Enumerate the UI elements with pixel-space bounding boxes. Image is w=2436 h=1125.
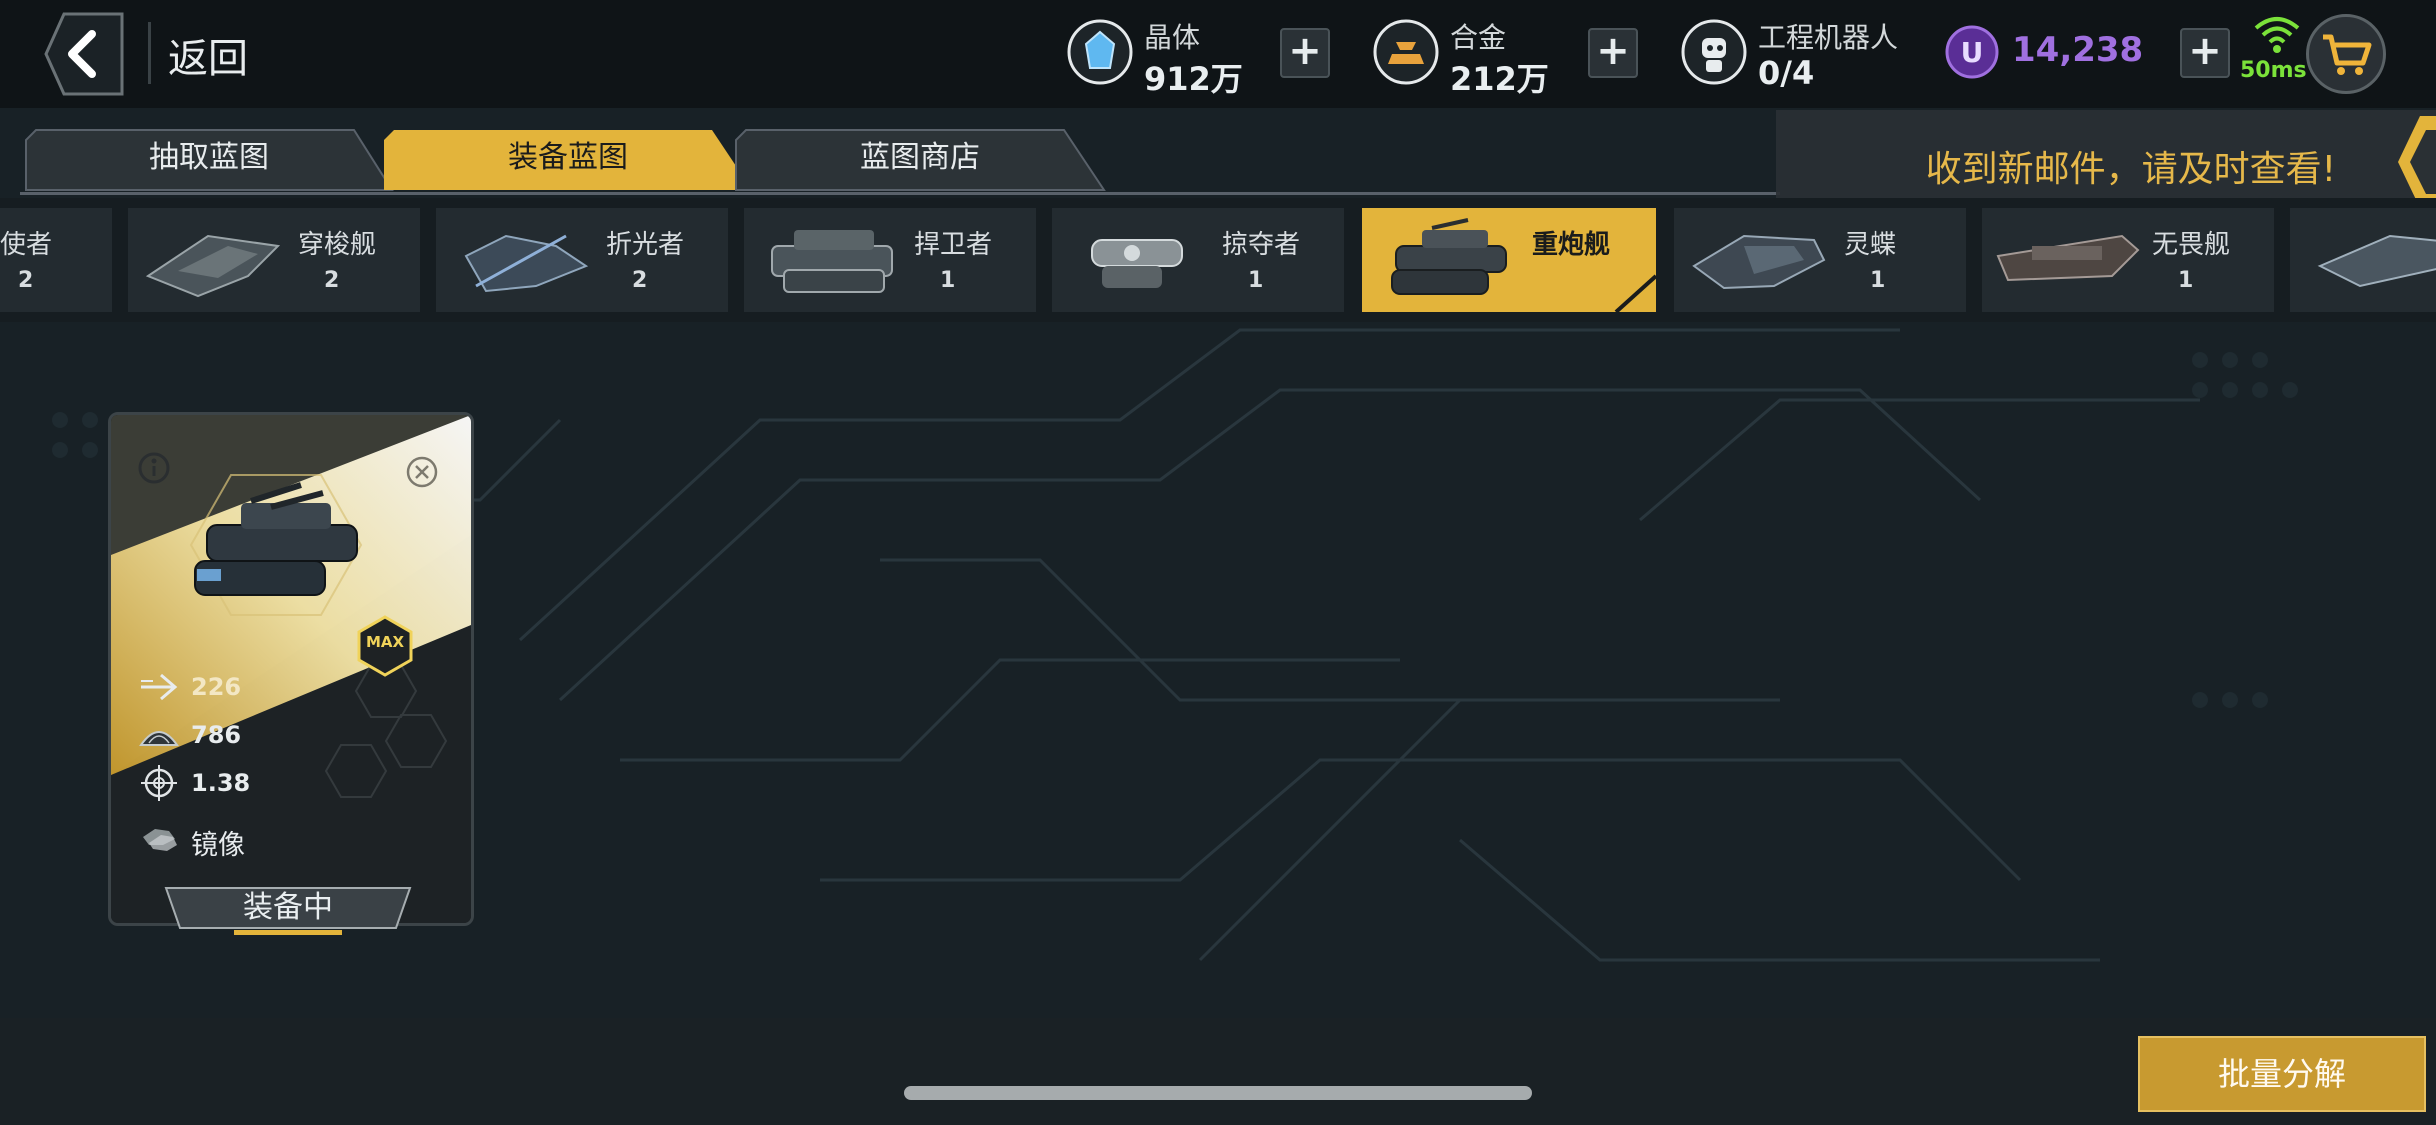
equipped-button[interactable]: 装备中	[158, 886, 418, 936]
ship-tab-shuttle[interactable]: 穿梭舰 2	[128, 208, 420, 312]
top-bar: 返回 晶体 912万 + 合金 212万 + 工程机器人 0/4 U 14,23…	[0, 0, 2436, 108]
ship-name: 折光者	[606, 230, 685, 260]
shuttle-ship-image	[145, 234, 281, 298]
u-currency-icon: U	[1945, 25, 1999, 79]
ship-tab-partial[interactable]	[2290, 208, 2436, 312]
max-badge-label: MAX	[365, 633, 405, 651]
crystal-icon	[1067, 19, 1133, 85]
tab-equip-blueprint[interactable]: 装备蓝图	[382, 128, 754, 190]
header-divider	[148, 22, 151, 84]
stat-value: 786	[191, 721, 242, 749]
equipped-label: 装备中	[243, 890, 333, 925]
ship-name: 无畏舰	[2152, 230, 2231, 260]
ship-count: 2	[324, 268, 340, 293]
back-button[interactable]	[44, 12, 124, 96]
alloy-label: 合金	[1450, 21, 1507, 54]
ship-name: 穿梭舰	[298, 230, 377, 260]
add-alloy-button[interactable]: +	[1588, 28, 1638, 78]
robot-icon	[1681, 19, 1747, 85]
ship-tab-envoy[interactable]: 使者 2	[0, 208, 112, 312]
alloy-icon	[1373, 19, 1439, 85]
wifi-signal-icon	[2254, 17, 2300, 53]
refractor-ship-image	[464, 234, 589, 293]
ship-name: 捍卫者	[914, 230, 993, 260]
alloy-value: 212万	[1450, 60, 1549, 98]
add-crystal-button[interactable]: +	[1280, 28, 1330, 78]
partial-ship-image	[2317, 234, 2436, 288]
mail-notice-text: 收到新邮件，请及时查看!	[1925, 149, 2336, 190]
ping-indicator: 50ms	[2240, 58, 2307, 83]
ship-count: 1	[1248, 268, 1264, 293]
ship-tab-spirit-butterfly[interactable]: 灵蝶 1	[1674, 208, 1966, 312]
ship-tab-marauder[interactable]: 掠夺者 1	[1052, 208, 1344, 312]
stat-value: 镜像	[191, 830, 245, 861]
selected-corner-icon	[1614, 274, 1656, 312]
dreadnought-image	[1996, 234, 2140, 282]
tab-label: 蓝图商店	[860, 140, 980, 175]
stat-value: 1.38	[191, 769, 251, 797]
crystal-resource: 晶体 912万	[1066, 10, 1246, 98]
u-currency-symbol: U	[1961, 36, 1984, 69]
mirror-ability-icon	[143, 829, 177, 851]
ship-count: 1	[940, 268, 956, 293]
tab-label: 装备蓝图	[508, 140, 628, 175]
blueprint-card[interactable]: MAX 226 786 1.38 镜像	[108, 412, 474, 926]
ship-type-strip: 使者 2 穿梭舰 2 折光者 2 捍卫者 1 掠夺者 1 重炮舰 灵蝶 1 无畏…	[0, 198, 2436, 322]
spirit-butterfly-image	[1692, 234, 1826, 290]
back-label[interactable]: 返回	[168, 26, 248, 84]
ship-name: 掠夺者	[1222, 230, 1301, 260]
ship-count: 2	[632, 268, 648, 293]
shop-cart-button[interactable]	[2306, 14, 2386, 94]
crystal-label: 晶体	[1144, 21, 1201, 54]
defender-ship-image	[771, 230, 893, 293]
robot-resource: 工程机器人 0/4	[1680, 10, 1920, 98]
stat-value: 226	[191, 673, 242, 701]
alloy-resource: 合金 212万	[1372, 10, 1552, 98]
ship-count: 1	[2178, 268, 2194, 293]
info-icon[interactable]	[137, 451, 171, 485]
add-u-currency-button[interactable]: +	[2180, 28, 2230, 78]
ship-tab-dreadnought[interactable]: 无畏舰 1	[1982, 208, 2274, 312]
robot-label: 工程机器人	[1758, 21, 1899, 54]
tab-draw-blueprint[interactable]: 抽取蓝图	[24, 128, 394, 191]
ship-tab-refractor[interactable]: 折光者 2	[436, 208, 728, 312]
tab-label: 抽取蓝图	[149, 140, 269, 175]
max-level-badge: MAX	[357, 615, 413, 677]
robot-value: 0/4	[1758, 54, 1815, 92]
ship-count: 1	[1870, 268, 1886, 293]
close-icon[interactable]	[405, 455, 439, 489]
ship-count: 2	[18, 268, 34, 293]
heavy-gunship-image	[1391, 218, 1507, 295]
u-currency-amount: 14,238	[2012, 30, 2144, 70]
bottom-bar	[0, 1018, 2436, 1125]
ship-tab-defender[interactable]: 捍卫者 1	[744, 208, 1036, 312]
ship-name: 灵蝶	[1844, 230, 1897, 260]
ship-tab-heavy-gunship[interactable]: 重炮舰	[1362, 208, 1656, 312]
bulk-decompose-button[interactable]: 批量分解	[2138, 1036, 2426, 1112]
armor-dome-icon	[139, 731, 179, 746]
cart-icon	[2323, 34, 2372, 75]
tabs-underline	[20, 192, 1780, 195]
crosshair-icon	[141, 765, 177, 801]
ship-name: 使者	[0, 230, 53, 260]
home-indicator[interactable]	[904, 1086, 1532, 1100]
marauder-ship-image	[1091, 239, 1183, 288]
crystal-value: 912万	[1144, 60, 1243, 98]
ship-name: 重炮舰	[1532, 230, 1611, 260]
speed-arrow-icon	[141, 673, 178, 701]
tab-blueprint-shop[interactable]: 蓝图商店	[734, 128, 1106, 191]
